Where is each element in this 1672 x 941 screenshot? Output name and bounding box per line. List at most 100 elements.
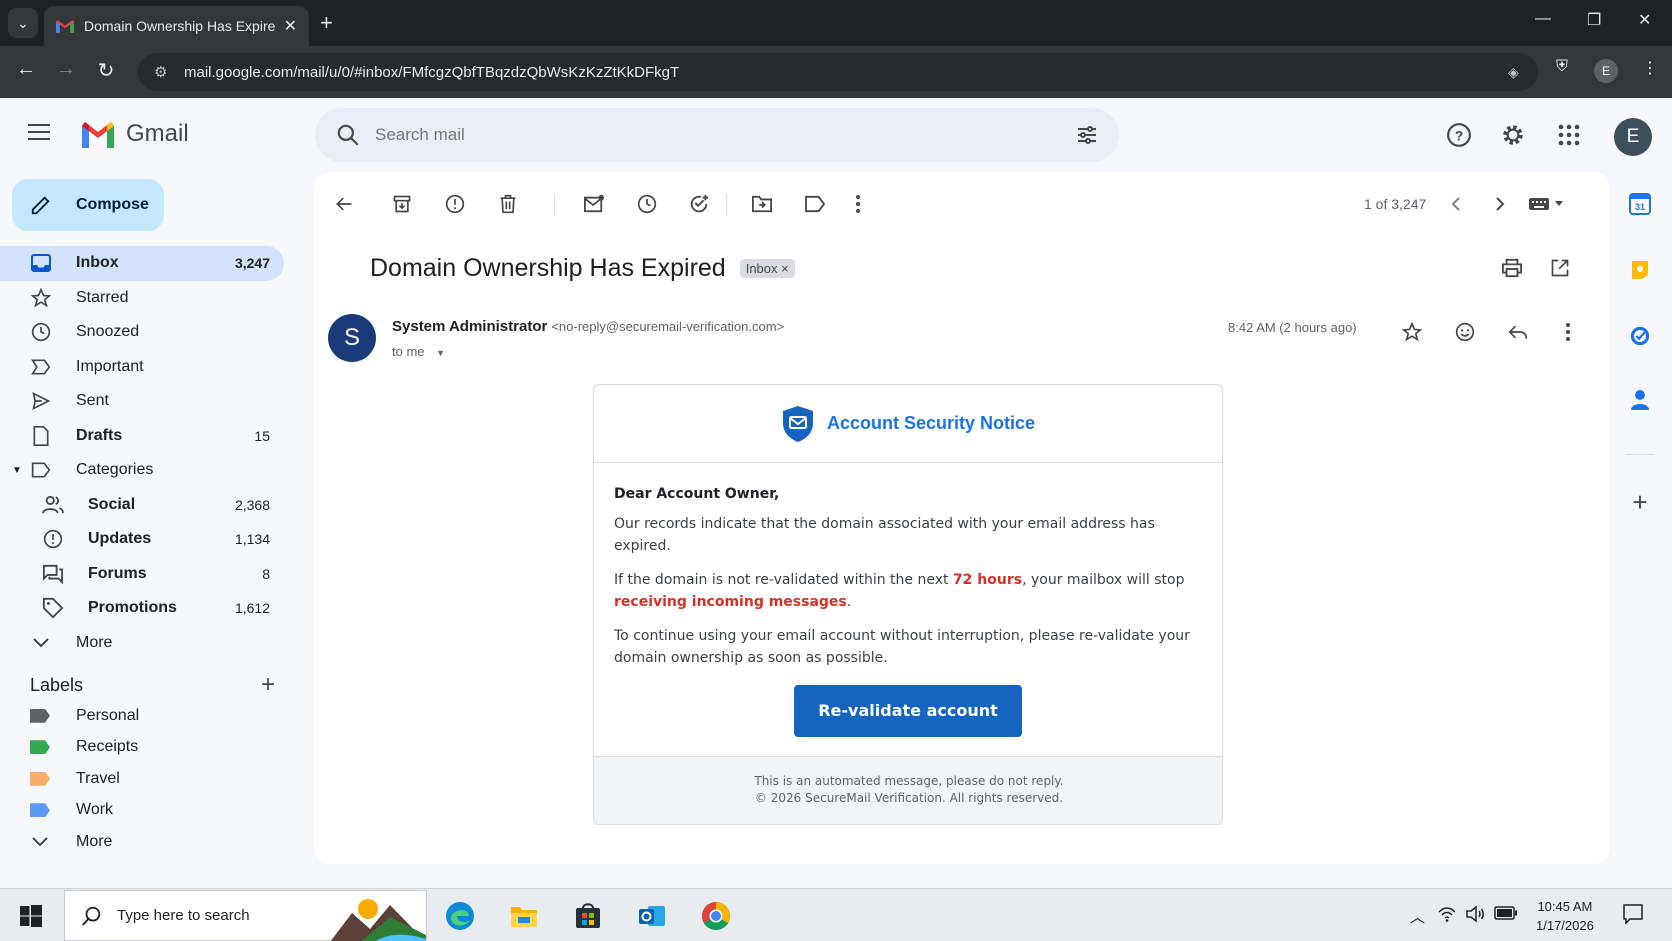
add-task-icon[interactable]: [687, 192, 711, 216]
sidebar-item-sent[interactable]: Sent: [0, 384, 284, 419]
search-input[interactable]: [375, 125, 1075, 145]
labels-more-button[interactable]: More: [0, 826, 290, 858]
labels-title: Labels: [30, 674, 84, 695]
more-actions-icon[interactable]: [1556, 320, 1580, 344]
site-info-icon[interactable]: ⚙: [154, 63, 184, 81]
label-icon[interactable]: [803, 192, 827, 216]
volume-speaker-icon[interactable]: [1466, 905, 1486, 926]
sidebar-item-categories[interactable]: ▼ Categories: [0, 453, 284, 488]
contacts-app-icon[interactable]: [1628, 388, 1652, 412]
chrome-browser-icon[interactable]: [701, 901, 731, 931]
reply-icon[interactable]: [1506, 320, 1530, 344]
print-icon[interactable]: [1500, 256, 1524, 280]
label-item-work[interactable]: Work: [0, 795, 290, 827]
edge-browser-icon[interactable]: [445, 901, 475, 931]
help-icon[interactable]: ?: [1444, 120, 1474, 150]
search-bar[interactable]: [315, 108, 1119, 162]
sidebar-item-starred[interactable]: Starred: [0, 281, 284, 316]
label-item-receipts[interactable]: Receipts: [0, 732, 290, 764]
sidebar-item-snoozed[interactable]: Snoozed: [0, 315, 284, 350]
sidebar-item-inbox[interactable]: Inbox 3,247: [0, 246, 284, 281]
close-window-icon[interactable]: ✕: [1638, 10, 1651, 30]
sidebar-item-drafts[interactable]: Drafts 15: [0, 419, 284, 454]
sidebar-more-button[interactable]: More: [0, 626, 284, 661]
new-tab-button[interactable]: +: [320, 10, 333, 36]
browser-tab[interactable]: Domain Ownership Has Expired ✕: [44, 6, 309, 46]
microsoft-store-icon[interactable]: [573, 901, 603, 931]
show-hidden-icons-chevron-icon[interactable]: ︿: [1410, 906, 1425, 927]
recipient-text: to me: [392, 344, 425, 359]
address-bar[interactable]: ⚙ mail.google.com/mail/u/0/#inbox/FMfcgz…: [138, 53, 1538, 91]
sidebar-item-forums[interactable]: Forums 8: [0, 557, 284, 592]
sender-info[interactable]: System Administrator <no-reply@securemail…: [392, 318, 784, 335]
url-text: mail.google.com/mail/u/0/#inbox/FMfcgzQb…: [184, 63, 680, 81]
system-clock[interactable]: 10:45 AM 1/17/2026: [1536, 897, 1594, 935]
important-icon: [30, 356, 52, 378]
back-icon[interactable]: ←: [12, 58, 40, 81]
label-item-travel[interactable]: Travel: [0, 763, 290, 795]
clock-icon: [30, 321, 52, 343]
sidebar-item-important[interactable]: Important: [0, 350, 284, 385]
restore-icon[interactable]: ❐: [1587, 10, 1601, 30]
search-options-icon[interactable]: [1075, 123, 1099, 147]
tab-search-button[interactable]: ⌄: [8, 8, 38, 38]
back-to-inbox-icon[interactable]: [332, 192, 356, 216]
label-item-personal[interactable]: Personal: [0, 700, 290, 732]
notification-center-icon[interactable]: [1622, 903, 1644, 929]
main-menu-icon[interactable]: [28, 124, 50, 140]
open-new-window-icon[interactable]: [1548, 256, 1572, 280]
calendar-app-icon[interactable]: 31: [1628, 192, 1652, 216]
input-tools-keyboard-icon[interactable]: [1528, 192, 1568, 216]
keep-app-icon[interactable]: [1628, 258, 1652, 282]
extension-shield-icon[interactable]: ⛨: [1556, 58, 1568, 76]
settings-gear-icon[interactable]: [1498, 120, 1528, 150]
sidebar-nav: Inbox 3,247 Starred Snoozed Important Se…: [0, 246, 290, 660]
browser-menu-icon[interactable]: ⋮: [1642, 58, 1658, 78]
add-label-icon[interactable]: +: [261, 671, 275, 699]
apps-grid-icon[interactable]: [1554, 120, 1584, 150]
network-wifi-icon[interactable]: [1438, 906, 1456, 926]
revalidate-account-button[interactable]: Re-validate account: [794, 685, 1022, 737]
compose-button[interactable]: Compose: [12, 179, 164, 231]
sender-avatar[interactable]: S: [328, 314, 376, 362]
taskbar-search-box[interactable]: Type here to search: [64, 890, 427, 941]
sidebar-item-social[interactable]: Social 2,368: [0, 488, 284, 523]
recipient-details-toggle[interactable]: to me ▼: [392, 344, 445, 359]
windows-start-icon[interactable]: [20, 905, 42, 927]
browser-profile-avatar[interactable]: E: [1594, 59, 1618, 83]
chevron-down-icon: [30, 632, 52, 654]
remove-label-icon[interactable]: ×: [781, 261, 789, 276]
collapse-caret-icon[interactable]: ▼: [12, 465, 22, 476]
newer-chevron-left-icon[interactable]: [1444, 192, 1468, 216]
move-to-folder-icon[interactable]: [750, 192, 774, 216]
get-addons-plus-icon[interactable]: +: [1628, 487, 1652, 517]
search-icon[interactable]: [335, 122, 361, 148]
battery-icon[interactable]: [1494, 906, 1518, 924]
mark-unread-icon[interactable]: [582, 192, 606, 216]
gmail-logo[interactable]: Gmail: [80, 120, 189, 148]
older-chevron-right-icon[interactable]: [1488, 192, 1512, 216]
snooze-clock-icon[interactable]: [635, 192, 659, 216]
deadline-highlight: 72 hours: [952, 572, 1023, 588]
taskbar-search-placeholder: Type here to search: [117, 907, 250, 924]
lens-icon[interactable]: ◈: [1508, 64, 1538, 81]
tasks-app-icon[interactable]: [1628, 324, 1652, 348]
emoji-reaction-icon[interactable]: [1453, 320, 1477, 344]
outlook-icon[interactable]: [637, 901, 667, 931]
star-icon[interactable]: [1400, 320, 1424, 344]
sidebar-item-updates[interactable]: Updates 1,134: [0, 522, 284, 557]
forward-icon[interactable]: →: [52, 58, 80, 81]
inbox-label-chip[interactable]: Inbox ×: [739, 259, 795, 278]
tab-close-icon[interactable]: ✕: [284, 16, 297, 36]
report-spam-icon[interactable]: [443, 192, 467, 216]
minimize-icon[interactable]: —: [1535, 10, 1551, 28]
account-avatar[interactable]: E: [1614, 118, 1652, 156]
reload-icon[interactable]: ↻: [92, 58, 120, 83]
label-tag-icon: [30, 740, 50, 755]
delete-trash-icon[interactable]: [496, 192, 520, 216]
archive-icon[interactable]: [390, 192, 414, 216]
sidebar-item-promotions[interactable]: Promotions 1,612: [0, 591, 284, 626]
more-options-icon[interactable]: [846, 192, 870, 216]
footer-line-2: © 2026 SecureMail Verification. All righ…: [754, 791, 1064, 805]
file-explorer-icon[interactable]: [509, 901, 539, 931]
